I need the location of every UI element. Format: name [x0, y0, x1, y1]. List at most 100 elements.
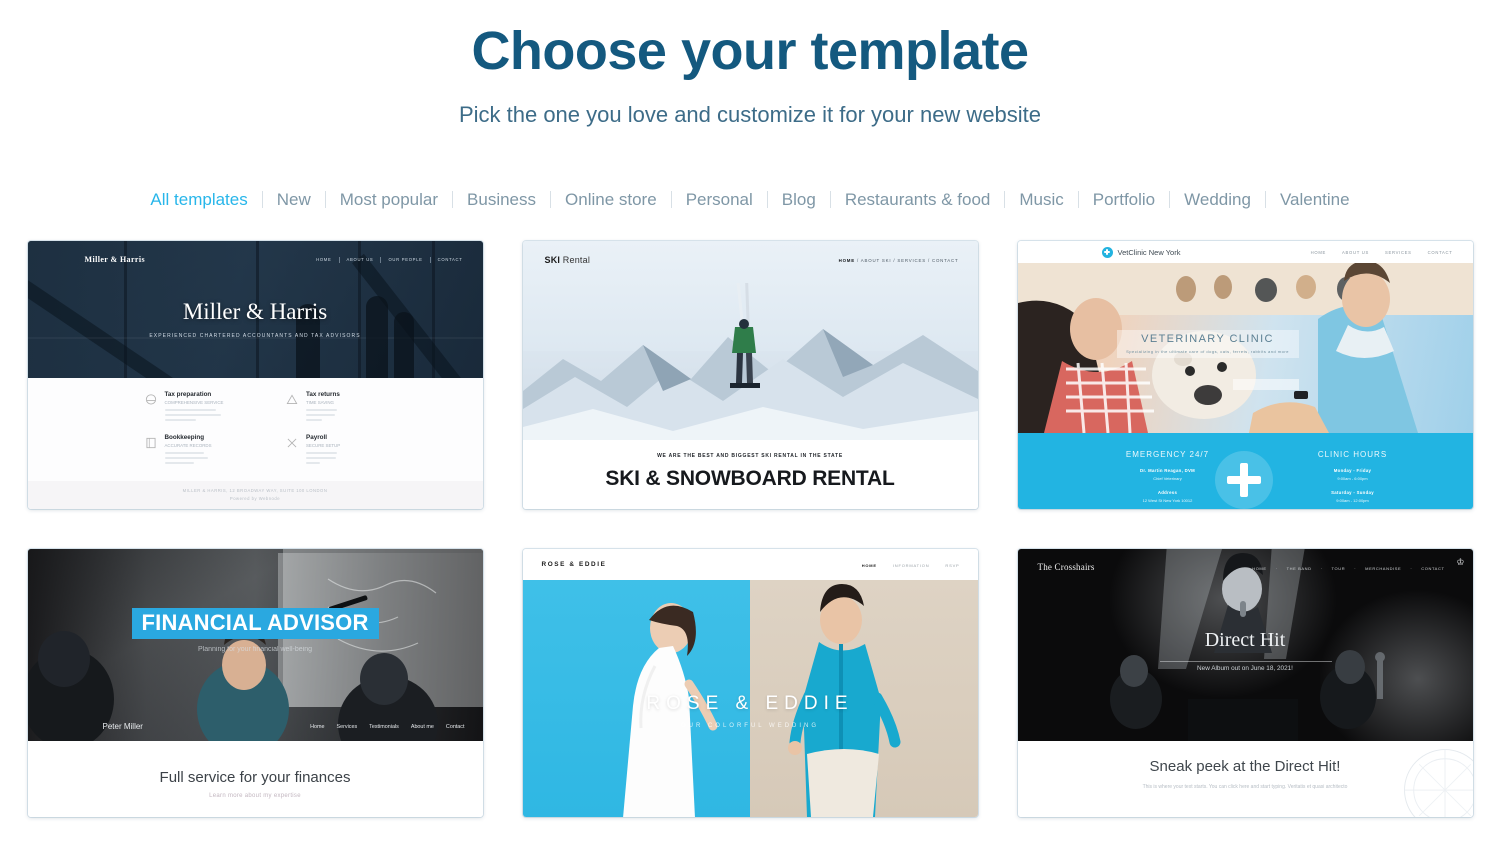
template-nav: Home Services Testimonials About me Cont… — [310, 724, 464, 730]
template-preview: SKI Rental HOME / ABOUT SKI / SERVICES /… — [522, 240, 978, 509]
medical-cross-icon — [1101, 246, 1113, 258]
footer-powered-by: Powered by Webnode — [229, 495, 281, 501]
tab-personal[interactable]: Personal — [672, 190, 767, 210]
feature-item: Bookkeeping ACCURATE RECORDS — [144, 434, 262, 467]
triangle-icon — [286, 393, 298, 404]
page-title: Choose your template — [471, 21, 1029, 81]
nav-item: ABOUT US — [1342, 249, 1369, 255]
book-icon — [145, 437, 156, 448]
emergency-column: EMERGENCY 24/7 Dr. Martin Reagan, DVM Ch… — [1088, 450, 1248, 503]
office-photo-illustration — [27, 548, 483, 741]
template-grid: Miller & Harris HOME ABOUT US OUR PEOPLE… — [0, 240, 1500, 817]
tab-wedding[interactable]: Wedding — [1170, 190, 1265, 210]
logo-rest: Rental — [560, 254, 591, 265]
template-logo: SKI Rental — [545, 255, 591, 265]
headline-text: SKI & SNOWBOARD RENTAL — [605, 466, 895, 490]
feature-subtitle: TIME SAVING — [306, 399, 334, 405]
hero-title: ROSE & EDDIE — [646, 692, 854, 714]
feature-title: Tax preparation — [164, 390, 212, 398]
hero-title: FINANCIAL ADVISOR — [131, 607, 379, 639]
template-card-ski-rental[interactable]: SKI Rental HOME / ABOUT SKI / SERVICES /… — [522, 240, 978, 509]
template-nav: HOME ABOUT US SERVICES CONTACT — [1311, 250, 1453, 255]
template-card-miller-harris[interactable]: Miller & Harris HOME ABOUT US OUR PEOPLE… — [27, 240, 483, 509]
tab-blog[interactable]: Blog — [768, 190, 830, 210]
nav-item: THE BAND — [1286, 565, 1312, 571]
tab-all-templates[interactable]: All templates — [136, 190, 261, 210]
template-preview: VetClinic New York HOME ABOUT US SERVICE… — [1017, 240, 1473, 509]
template-card-financial-advisor[interactable]: FINANCIAL ADVISOR Planning for your fina… — [27, 548, 483, 817]
nav-item: HOME — [316, 257, 332, 262]
tab-portfolio[interactable]: Portfolio — [1079, 190, 1169, 210]
tab-business[interactable]: Business — [453, 190, 550, 210]
template-preview: The Crosshairs ♔ HOME · THE BAND · TOUR · M… — [1017, 548, 1473, 817]
skier-figure — [719, 282, 771, 408]
template-nav: HOME INFORMATION RSVP — [862, 563, 960, 568]
template-chooser-page: Choose your template Pick the one you lo… — [0, 0, 1500, 868]
nav-item: RSVP — [945, 562, 960, 568]
tab-music[interactable]: Music — [1005, 190, 1077, 210]
page-header: Choose your template Pick the one you lo… — [0, 0, 1500, 128]
nav-item: Testimonials — [369, 723, 399, 730]
divider — [1159, 660, 1332, 662]
body-subtitle: Learn more about my expertise — [209, 792, 301, 799]
template-navbar: ROSE & EDDIE HOME INFORMATION RSVP — [522, 548, 978, 580]
badge-title: VETERINARY CLINIC — [1141, 332, 1274, 345]
feature-item: Payroll SECURE SETUP — [285, 434, 403, 467]
badge-button[interactable] — [1232, 378, 1299, 390]
template-card-rose-eddie[interactable]: ROSE & EDDIE HOME INFORMATION RSVP ROSE … — [522, 548, 978, 817]
hero-subtitle: EXPERIENCED CHARTERED ACCOUNTANTS AND TA… — [149, 332, 361, 339]
template-logo: Peter Miller — [102, 721, 143, 731]
template-hero: FINANCIAL ADVISOR Planning for your fina… — [27, 548, 483, 741]
feature-grid: Tax preparation COMPREHENSIVE SERVICE Ta… — [144, 391, 403, 467]
page-subtitle: Pick the one you love and customize it f… — [458, 101, 1042, 127]
nav-item: HOME — [838, 257, 855, 263]
template-nav: HOME / ABOUT SKI / SERVICES / CONTACT — [838, 257, 959, 263]
tab-valentine[interactable]: Valentine — [1266, 190, 1364, 210]
template-body: Full service for your finances Learn mor… — [27, 740, 483, 817]
column-line: Dr. Martin Reagan, DVM — [1139, 467, 1196, 473]
hero-subtitle: OUR COLORFUL WEDDING — [680, 722, 820, 729]
template-hero: SKI Rental HOME / ABOUT SKI / SERVICES /… — [522, 240, 978, 440]
logo-text: VetClinic New York — [1117, 247, 1181, 257]
tab-restaurants-food[interactable]: Restaurants & food — [831, 190, 1005, 210]
nav-item: About me — [410, 723, 434, 730]
hero-photo: ROSE & EDDIE OUR COLORFUL WEDDING — [522, 579, 978, 817]
nav-item: HOME — [861, 562, 877, 568]
column-line: 9:00am - 6:00pm — [1337, 475, 1368, 481]
compass-icon — [1403, 748, 1473, 817]
info-band: EMERGENCY 24/7 Dr. Martin Reagan, DVM Ch… — [1017, 432, 1473, 509]
scissors-icon — [287, 438, 297, 447]
tab-online-store[interactable]: Online store — [551, 190, 671, 210]
template-navbar: VetClinic New York HOME ABOUT US SERVICE… — [1017, 240, 1473, 263]
hero-badge: VETERINARY CLINIC Specializing in the ul… — [1116, 329, 1299, 358]
template-body: Tax preparation COMPREHENSIVE SERVICE Ta… — [27, 377, 483, 509]
nav-item: Services — [336, 723, 358, 730]
feature-subtitle: COMPREHENSIVE SERVICE — [164, 399, 224, 405]
tab-new[interactable]: New — [263, 190, 325, 210]
column-title: CLINIC HOURS — [1317, 449, 1388, 459]
hero-title: Direct Hit — [1204, 628, 1286, 651]
template-card-the-crosshairs[interactable]: The Crosshairs ♔ HOME · THE BAND · TOUR · M… — [1017, 548, 1473, 817]
tab-most-popular[interactable]: Most popular — [326, 190, 452, 210]
template-preview: FINANCIAL ADVISOR Planning for your fina… — [27, 548, 483, 817]
template-logo: VetClinic New York — [1101, 246, 1181, 258]
crown-icon: ♔ — [1456, 556, 1465, 567]
hero-photo: VETERINARY CLINIC Specializing in the ul… — [1017, 262, 1473, 433]
kicker-text: WE ARE THE BEST AND BIGGEST SKI RENTAL I… — [657, 452, 843, 459]
nav-item: ABOUT US — [346, 257, 374, 262]
feature-title: Payroll — [306, 433, 327, 441]
template-preview: ROSE & EDDIE HOME INFORMATION RSVP ROSE … — [522, 548, 978, 817]
nav-item: Contact — [445, 723, 465, 730]
footer-address: MILLER & HARRIS, 12 BROADWAY WAY, SUITE … — [182, 487, 328, 493]
nav-item: CONTACT — [437, 257, 463, 262]
template-logo: ROSE & EDDIE — [541, 560, 607, 568]
skier-icon — [729, 282, 760, 388]
template-card-vetclinic[interactable]: VetClinic New York HOME ABOUT US SERVICE… — [1017, 240, 1473, 509]
nav-item: SERVICES — [1384, 249, 1412, 255]
column-line: 9:00am - 12:00pm — [1336, 497, 1369, 503]
nav-item: MERCHANDISE — [1365, 565, 1402, 571]
hero-title: Miller & Harris — [182, 298, 328, 324]
template-filter-tabs: All templates New Most popular Business … — [0, 190, 1500, 210]
feature-title: Bookkeeping — [164, 433, 205, 441]
nav-item: CONTACT — [1421, 565, 1445, 571]
